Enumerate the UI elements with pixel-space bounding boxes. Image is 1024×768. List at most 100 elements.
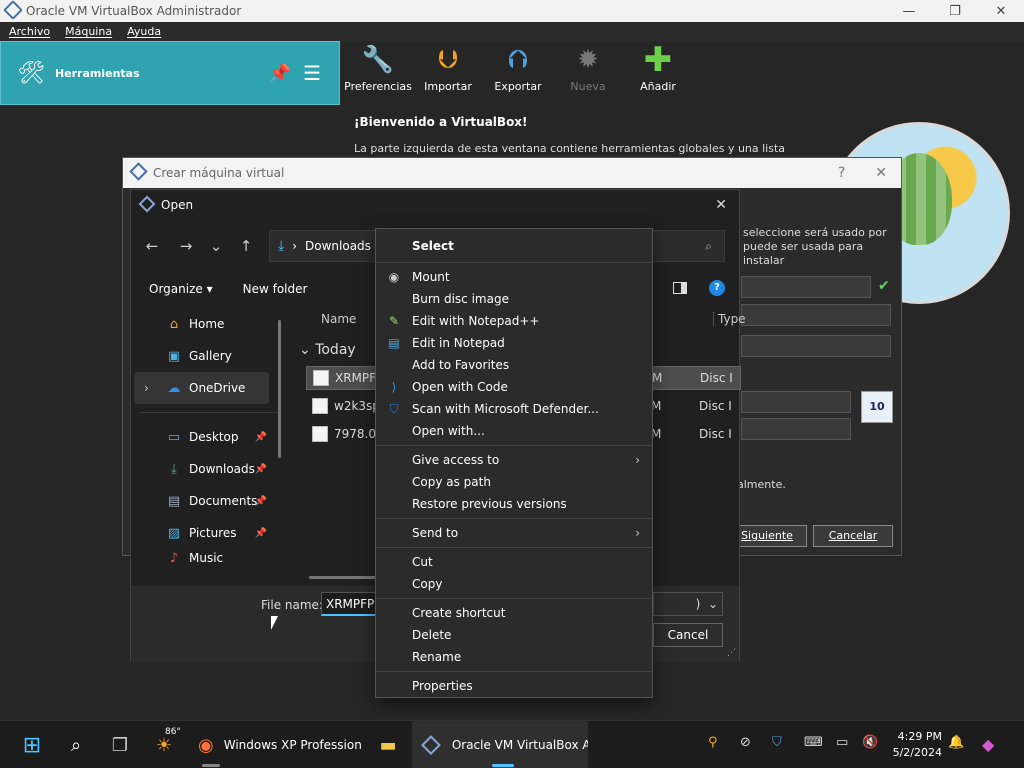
folder-field[interactable] <box>741 304 891 326</box>
recent-chevron-icon[interactable]: ⌄ <box>203 237 229 255</box>
version-select[interactable] <box>741 418 851 440</box>
search-icon[interactable]: ⌕ <box>64 733 88 757</box>
ctx-restore-versions[interactable]: Restore previous versions <box>376 493 652 515</box>
preview-pane-icon[interactable] <box>673 282 687 294</box>
taskbar-app-firefox[interactable]: ◉ Windows XP Profession <box>190 721 362 768</box>
display-icon[interactable]: ▭ <box>836 735 848 750</box>
ctx-cut[interactable]: Cut <box>376 551 652 573</box>
file-name-input[interactable]: XRMPFPP <box>321 592 381 616</box>
file-explorer-icon[interactable]: ▬ <box>376 733 400 757</box>
column-header-name[interactable]: Name <box>321 312 356 326</box>
disc-icon: ◉ <box>388 270 400 284</box>
import-button[interactable]: ⮋ Importar <box>416 44 480 94</box>
ctx-scan-defender[interactable]: ⛉ Scan with Microsoft Defender... <box>376 398 652 420</box>
menu-ayuda[interactable]: Ayuda <box>127 25 161 38</box>
organize-button[interactable]: Organize ▾ <box>149 282 213 296</box>
resize-grip-icon[interactable]: ⋰ <box>727 648 736 658</box>
pin-icon[interactable]: 📌 <box>269 63 291 84</box>
ctx-copy[interactable]: Copy <box>376 573 652 595</box>
up-icon[interactable]: ↑ <box>229 237 263 255</box>
list-menu-icon[interactable]: ☰ <box>303 61 321 85</box>
ctx-burn[interactable]: Burn disc image <box>376 288 652 310</box>
nav-item-desktop[interactable]: ▭ Desktop 📌 <box>131 421 289 453</box>
new-button[interactable]: ✹ Nueva <box>556 44 620 93</box>
minimize-button[interactable]: — <box>886 4 932 19</box>
tools-icon: 🛠 <box>17 60 45 86</box>
network-off-icon[interactable]: ⊘ <box>740 735 751 750</box>
defender-tray-icon[interactable]: ⛉ <box>772 735 782 750</box>
ctx-edit-notepad[interactable]: ▤ Edit in Notepad <box>376 332 652 354</box>
close-button[interactable]: ✕ <box>978 4 1024 19</box>
open-cancel-button[interactable]: Cancel <box>653 623 723 647</box>
cancel-button[interactable]: Cancelar <box>813 525 893 547</box>
pin-icon: 📌 <box>254 495 267 507</box>
ctx-send-to[interactable]: Send to › <box>376 522 652 544</box>
column-header-type[interactable]: Type <box>713 312 746 326</box>
export-button[interactable]: ⮉ Exportar <box>486 44 550 94</box>
back-icon[interactable]: ← <box>135 237 169 255</box>
forward-icon[interactable]: → <box>169 237 203 255</box>
ctx-open-code[interactable]: ⟩ Open with Code <box>376 376 652 398</box>
ctx-properties[interactable]: Properties <box>376 675 652 697</box>
menu-archivo[interactable]: Archivo <box>9 25 50 38</box>
nav-item-onedrive[interactable]: › ☁ OneDrive <box>134 372 269 404</box>
pin-icon: 📌 <box>254 431 267 443</box>
tools-item[interactable]: 🛠 Herramientas 📌 ☰ <box>0 41 340 105</box>
gallery-icon: ▣ <box>167 348 181 364</box>
menu-maquina[interactable]: Máquina <box>65 25 112 38</box>
new-folder-button[interactable]: New folder <box>243 282 308 296</box>
pin-icon: 📌 <box>254 463 267 475</box>
music-icon: ♪ <box>169 550 179 566</box>
add-button[interactable]: ✚ Añadir <box>626 40 690 93</box>
ctx-create-shortcut[interactable]: Create shortcut <box>376 602 652 624</box>
ctx-give-access[interactable]: Give access to › <box>376 449 652 471</box>
ctx-edit-notepadpp[interactable]: ✎ Edit with Notepad++ <box>376 310 652 332</box>
name-field[interactable] <box>741 276 871 298</box>
open-title: Open <box>161 198 194 212</box>
help-icon[interactable]: ? <box>709 280 725 296</box>
task-view-icon[interactable]: ❐ <box>108 733 132 757</box>
maximize-button[interactable]: ❐ <box>932 4 978 19</box>
clock[interactable]: 4:29 PM 5/2/2024 <box>886 729 942 761</box>
ctx-mount[interactable]: ◉ Mount <box>376 266 652 288</box>
ctx-copy-path[interactable]: Copy as path <box>376 471 652 493</box>
type-select[interactable] <box>741 391 851 413</box>
ctx-open-with[interactable]: Open with... <box>376 420 652 442</box>
start-icon[interactable]: ⊞ <box>20 733 44 758</box>
breadcrumb[interactable]: Downloads <box>305 239 371 253</box>
virtualbox-icon <box>3 0 23 20</box>
nav-item-music[interactable]: ♪ Music <box>131 549 289 567</box>
nav-item-documents[interactable]: ▤ Documents 📌 <box>131 485 289 517</box>
create-vm-close-button[interactable]: ✕ <box>875 165 887 181</box>
group-header[interactable]: ⌄ Today <box>299 342 356 358</box>
virtualbox-icon <box>421 735 441 755</box>
keyboard-icon[interactable]: ⌨ <box>804 735 823 750</box>
preferences-button[interactable]: 🔧 Preferencias <box>344 44 412 93</box>
nav-item-gallery[interactable]: ▣ Gallery <box>131 340 289 372</box>
nav-item-downloads[interactable]: ⤓ Downloads 📌 <box>131 453 289 485</box>
wrench-icon: 🔧 <box>361 45 395 75</box>
ctx-add-favorites[interactable]: Add to Favorites <box>376 354 652 376</box>
nav-scrollbar[interactable] <box>278 320 281 458</box>
iso-field[interactable] <box>741 335 891 357</box>
search-icon[interactable]: ⌕ <box>705 239 712 254</box>
ctx-select[interactable]: Select <box>376 233 652 259</box>
search-tray-icon[interactable]: ⚲ <box>708 735 718 750</box>
nav-item-pictures[interactable]: ▨ Pictures 📌 <box>131 517 289 549</box>
notification-bell-icon[interactable]: 🔔 <box>948 735 964 750</box>
os-badge: 10 <box>861 391 893 423</box>
ctx-delete[interactable]: Delete <box>376 624 652 646</box>
file-type-select[interactable]: ) ⌄ <box>653 592 723 616</box>
open-close-button[interactable]: ✕ <box>715 197 727 213</box>
ctx-rename[interactable]: Rename <box>376 646 652 668</box>
copilot-icon[interactable]: ◆ <box>982 735 994 754</box>
help-button[interactable]: ? <box>838 165 845 181</box>
horizontal-scrollbar[interactable] <box>309 576 379 579</box>
volume-muted-icon[interactable]: 🔇 <box>862 735 878 750</box>
weather-temp: 86° <box>165 727 181 737</box>
taskbar-app-virtualbox[interactable]: Oracle VM VirtualBox A <box>412 721 588 768</box>
taskbar: ⊞ ⌕ ❐ ☀ 86° ◉ Windows XP Profession ▬ Or… <box>0 720 1024 768</box>
ctx-divider <box>376 518 652 519</box>
ctx-divider <box>376 445 652 446</box>
nav-item-home[interactable]: ⌂ Home <box>131 308 289 340</box>
